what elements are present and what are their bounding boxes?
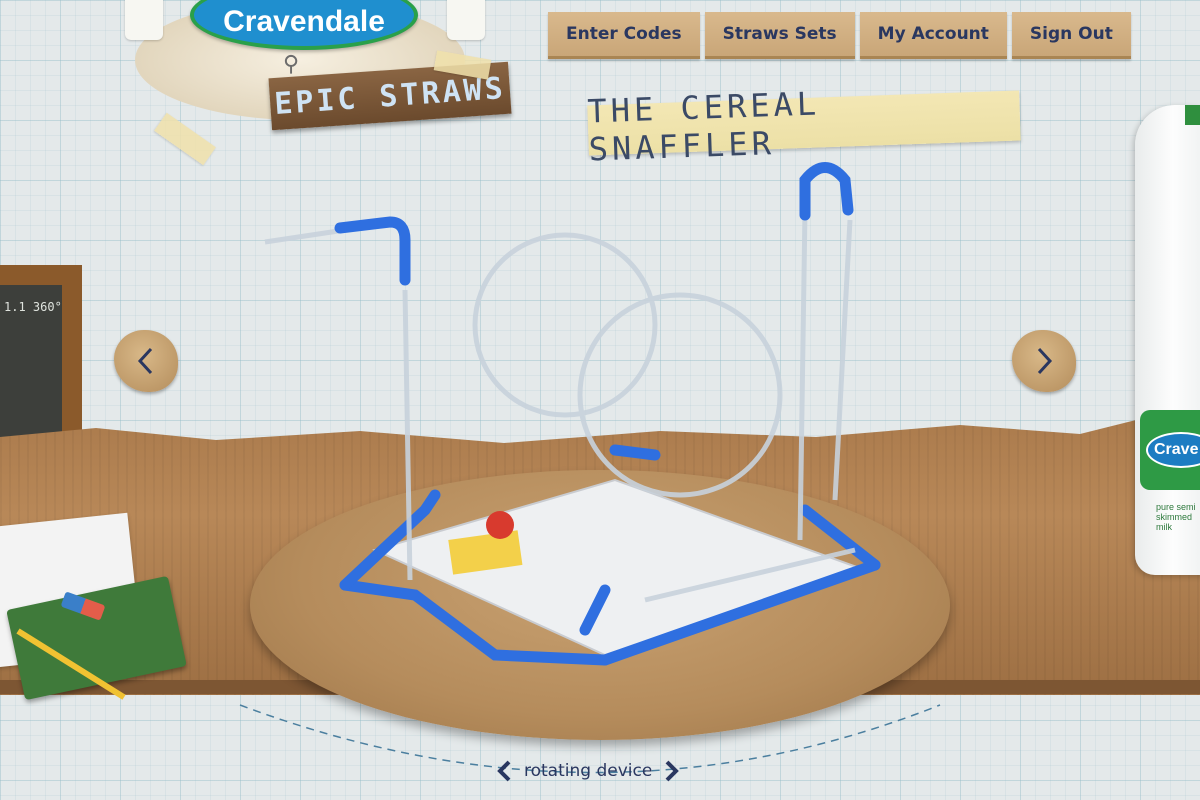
tape-strip xyxy=(154,112,216,166)
blackboard-chalk-text: 1.1 360° xyxy=(4,300,62,314)
milk-brand-name: Crave xyxy=(1154,441,1199,458)
logo-milk-bottle-right xyxy=(447,0,485,40)
product-title-banner: THE CEREAL SNAFFLER xyxy=(587,84,1021,169)
rotate-left-chevron-icon[interactable] xyxy=(496,760,514,782)
rotate-right-chevron-icon[interactable] xyxy=(662,760,680,782)
base-badge xyxy=(486,511,514,539)
nav-sign-out[interactable]: Sign Out xyxy=(1011,12,1131,59)
cereal-snaffler-device xyxy=(264,162,881,666)
logo-milk-bottle-left xyxy=(125,0,163,40)
rotating-device-control[interactable]: rotating device xyxy=(496,760,680,782)
nav-straws-sets[interactable]: Straws Sets xyxy=(704,12,855,59)
chevron-left-icon xyxy=(137,347,153,375)
main-nav: Enter Codes Straws Sets My Account Sign … xyxy=(548,12,1131,59)
epic-straws-label: EPIC STRAWS xyxy=(273,70,507,122)
milk-bottle-cap xyxy=(1185,105,1200,125)
chevron-right-icon xyxy=(1037,347,1053,375)
milk-description: pure semi skimmed milk xyxy=(1156,502,1196,532)
blue-connectors xyxy=(334,162,854,286)
fork-spoon-icon: ⚲ xyxy=(283,52,300,77)
nav-my-account[interactable]: My Account xyxy=(859,12,1007,59)
nav-enter-codes[interactable]: Enter Codes xyxy=(548,12,700,59)
rotation-arc xyxy=(239,704,941,774)
rotating-device-label: rotating device xyxy=(524,761,653,781)
brand-name: Cravendale xyxy=(223,5,385,38)
next-device-button[interactable] xyxy=(1012,330,1076,392)
previous-device-button[interactable] xyxy=(114,330,178,392)
